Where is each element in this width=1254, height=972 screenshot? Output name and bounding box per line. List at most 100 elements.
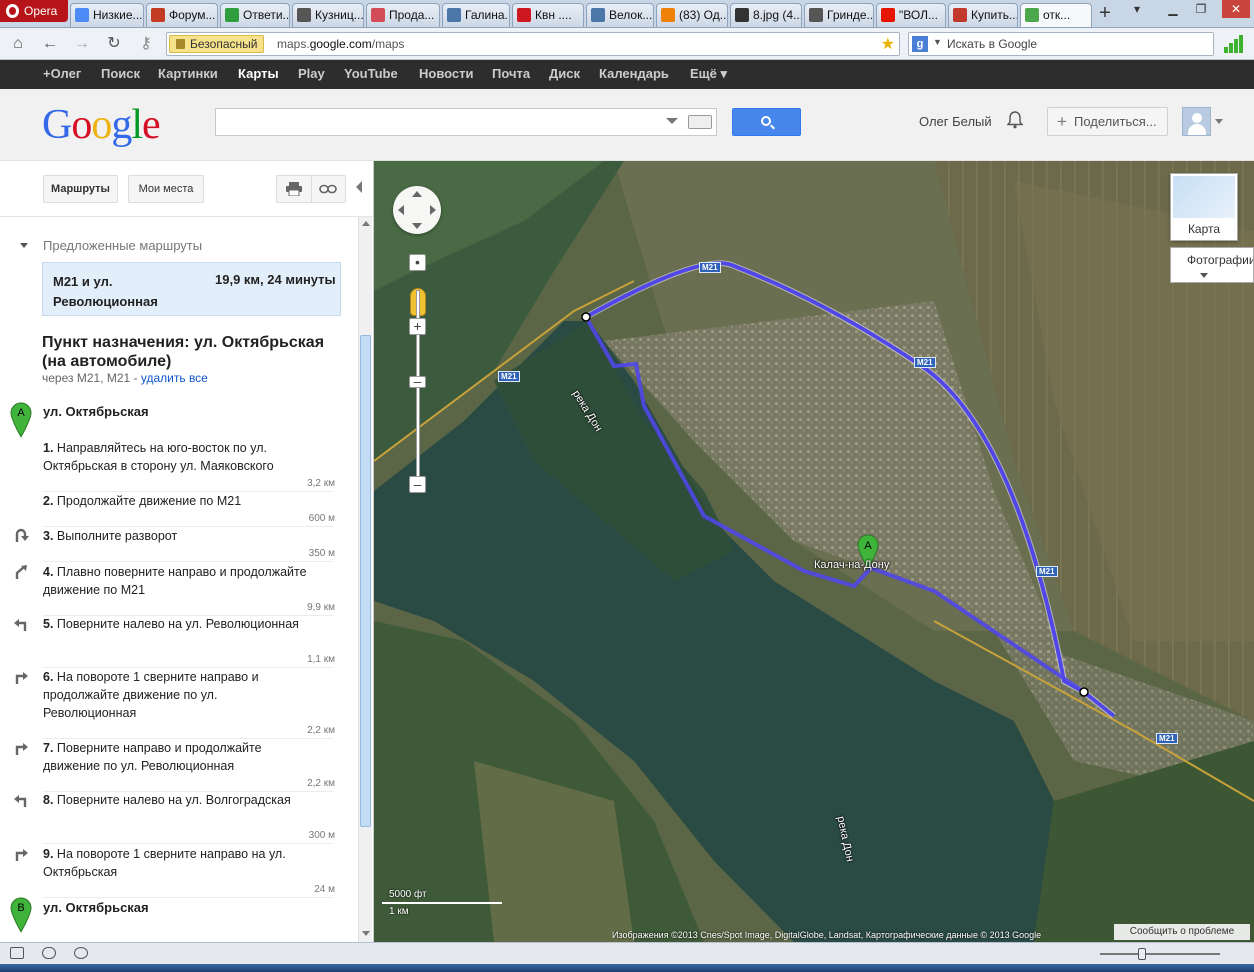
maps-search-input[interactable] (215, 108, 717, 136)
browser-status-bar (0, 942, 1254, 964)
browser-tab[interactable]: Ответи... (220, 3, 290, 27)
direction-step[interactable]: 6. На повороте 1 сверните направо и прод… (43, 668, 313, 722)
my-location-icon[interactable]: • (409, 254, 426, 271)
browser-tab[interactable]: 8.jpg (4... (730, 3, 802, 27)
browser-tab[interactable]: Гринде... (804, 3, 874, 27)
scroll-up-icon[interactable] (362, 221, 370, 226)
end-marker-icon[interactable]: B (10, 897, 32, 933)
maptype-satellite-button[interactable]: Фотографии (1170, 247, 1254, 283)
gbar-item[interactable]: Почта (492, 60, 530, 89)
bookmark-star-icon[interactable]: ★ (881, 34, 895, 54)
cloud-icon[interactable] (42, 947, 56, 959)
report-problem-button[interactable]: Сообщить о проблеме (1114, 924, 1250, 940)
end-waypoint-label[interactable]: ул. Октябрьская (43, 900, 149, 915)
panel-toggle-icon[interactable] (10, 947, 24, 959)
speed-dial-icon[interactable] (74, 947, 88, 959)
new-tab-button[interactable]: + (1094, 3, 1116, 25)
gbar-item[interactable]: Картинки (158, 60, 218, 89)
minimize-icon[interactable]: ▁ (1160, 0, 1186, 18)
back-icon[interactable]: ← (40, 34, 60, 54)
keyboard-icon[interactable] (688, 115, 712, 129)
pan-down-icon[interactable] (412, 223, 422, 229)
zoom-in-button[interactable]: + (409, 318, 426, 335)
browser-search-field[interactable]: g ▼ Искать в Google (908, 32, 1214, 56)
browser-tab[interactable]: отк... (1020, 3, 1092, 27)
reload-icon[interactable]: ↻ (104, 34, 124, 54)
browser-tab[interactable]: Форум... (146, 3, 218, 27)
chevron-down-icon[interactable] (666, 118, 678, 124)
step-text: Поверните налево на ул. Революционная (56, 617, 299, 631)
signal-icon[interactable] (1224, 33, 1244, 53)
gbar-item[interactable]: Карты (238, 60, 279, 89)
browser-tab[interactable]: Кузниц... (292, 3, 364, 27)
direction-step[interactable]: 2. Продолжайте движение по M21 (43, 492, 313, 510)
browser-tab[interactable]: Прода... (366, 3, 440, 27)
security-badge[interactable]: Безопасный (169, 35, 265, 53)
url-field[interactable]: Безопасный maps.google.com/maps ★ (166, 32, 900, 56)
chevron-down-icon[interactable]: ▼ (933, 37, 942, 47)
notifications-bell-icon[interactable] (1007, 111, 1023, 129)
direction-step[interactable]: 7. Поверните направо и продолжайте движе… (43, 739, 313, 775)
my-places-button[interactable]: Мои места (128, 175, 204, 203)
search-button[interactable] (732, 108, 801, 136)
panel-scrollbar[interactable] (358, 217, 372, 942)
satellite-map[interactable]: A M21 M21 M21 M21 M21 река Дон река Дон … (374, 161, 1254, 942)
gbar-item[interactable]: Ещё ▾ (690, 60, 727, 89)
gbar-item[interactable]: Диск (549, 60, 580, 89)
zoom-out-button[interactable]: – (409, 476, 426, 493)
start-marker-icon[interactable]: A (10, 402, 32, 438)
forward-icon[interactable]: → (72, 34, 92, 54)
home-icon[interactable]: ⌂ (8, 34, 28, 54)
collapse-panel-icon[interactable] (356, 181, 362, 193)
pan-left-icon[interactable] (398, 205, 404, 215)
routes-button[interactable]: Маршруты (43, 175, 118, 203)
browser-tab[interactable]: Низкие... (70, 3, 144, 27)
chevron-down-icon[interactable] (1200, 273, 1208, 278)
share-button[interactable]: + Поделиться... (1047, 107, 1168, 136)
pan-control[interactable] (393, 186, 441, 234)
gbar-item[interactable]: Play (298, 60, 325, 89)
close-window-icon[interactable]: ✕ (1222, 0, 1250, 18)
google-logo[interactable]: Google (42, 101, 161, 149)
gbar-item[interactable]: +Олег (43, 60, 81, 89)
direction-step[interactable]: 8. Поверните налево на ул. Волгоградская (43, 791, 313, 809)
gbar-item[interactable]: Новости (419, 60, 474, 89)
gbar-item[interactable]: Календарь (599, 60, 669, 89)
start-waypoint-label[interactable]: ул. Октябрьская (43, 404, 149, 419)
zoom-slider-handle[interactable]: – (409, 374, 426, 388)
scrollbar-thumb[interactable] (360, 335, 371, 827)
tab-list-icon[interactable]: ▾ (1124, 0, 1150, 18)
gbar-item[interactable]: YouTube (344, 60, 398, 89)
browser-tab[interactable]: Велок... (586, 3, 654, 27)
browser-tab[interactable]: Галина... (442, 3, 510, 27)
direction-step[interactable]: 4. Плавно поверните направо и продолжайт… (43, 563, 313, 599)
zoom-knob[interactable] (1138, 948, 1146, 960)
remove-all-link[interactable]: удалить все (141, 371, 208, 385)
page-zoom-slider[interactable] (1100, 948, 1220, 960)
opera-menu-button[interactable]: Opera (0, 0, 68, 22)
scroll-down-icon[interactable] (362, 931, 370, 936)
link-icon[interactable] (319, 184, 337, 194)
chevron-down-icon[interactable] (1215, 119, 1223, 124)
google-search-engine-icon[interactable]: g (912, 36, 928, 52)
direction-step[interactable]: 5. Поверните налево на ул. Революционная (43, 615, 313, 633)
gbar-item[interactable]: Поиск (101, 60, 140, 89)
direction-step[interactable]: 1. Направляйтесь на юго-восток по ул. Ок… (43, 439, 313, 475)
avatar[interactable] (1182, 107, 1211, 136)
direction-step[interactable]: 9. На повороте 1 сверните направо на ул.… (43, 845, 313, 881)
pan-up-icon[interactable] (412, 191, 422, 197)
print-icon[interactable] (286, 182, 302, 196)
browser-tab[interactable]: "ВОЛ... (876, 3, 946, 27)
maximize-icon[interactable]: ❐ (1188, 0, 1214, 18)
suggested-routes-header[interactable]: Предложенные маршруты (20, 238, 202, 253)
direction-step[interactable]: 3. Выполните разворот (43, 527, 313, 545)
maptype-map-button[interactable]: Карта (1170, 173, 1238, 241)
user-name[interactable]: Олег Белый (919, 114, 992, 129)
key-icon[interactable]: ⚷ (136, 34, 156, 54)
browser-tab[interactable]: Квн .... (512, 3, 584, 27)
browser-tab[interactable]: Купить... (948, 3, 1018, 27)
route-option[interactable]: M21 и ул. Революционная 19,9 км, 24 мину… (42, 262, 341, 316)
opera-menu-label: Opera (24, 4, 58, 18)
browser-tab[interactable]: (83) Од... (656, 3, 728, 27)
pan-right-icon[interactable] (430, 205, 436, 215)
